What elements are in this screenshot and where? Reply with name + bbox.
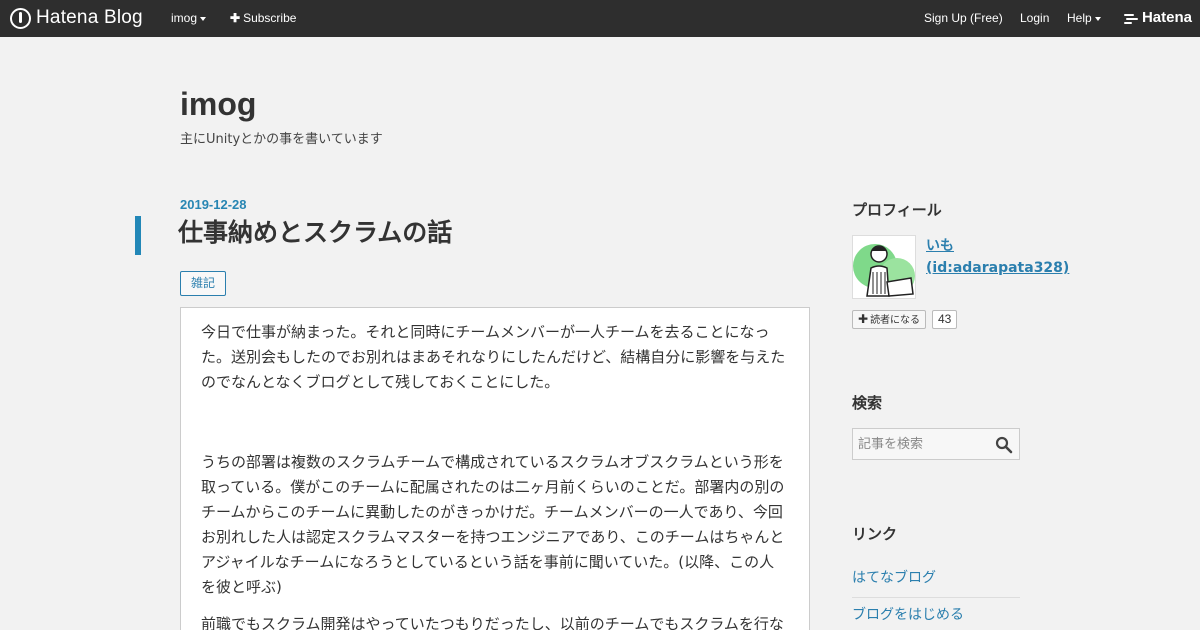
links-heading: リンク: [852, 525, 898, 543]
title-accent-bar: [135, 216, 141, 255]
blog-menu[interactable]: imog: [171, 10, 207, 26]
link-start-blog[interactable]: ブログをはじめる: [852, 604, 1020, 630]
hatena-link[interactable]: Hatena: [1123, 9, 1192, 26]
entry-content: 今日で仕事が納まった。それと同時にチームメンバーが一人チームを去ることになった。…: [180, 307, 810, 630]
entry-date[interactable]: 2019-12-28: [180, 197, 247, 212]
help-menu[interactable]: Help: [1067, 10, 1101, 26]
plus-icon: ✚: [858, 312, 869, 326]
help-label: Help: [1067, 11, 1092, 25]
search-input[interactable]: [858, 434, 988, 454]
hatena-label: Hatena: [1141, 9, 1192, 26]
subscribe-label: Subscribe: [243, 11, 297, 25]
global-header: Hatena Blog imog ✚ Subscribe Sign Up (Fre…: [0, 0, 1200, 37]
blog-description: 主にUnityとかの事を書いています: [180, 132, 383, 147]
avatar[interactable]: [852, 235, 916, 299]
login-link[interactable]: Login: [1020, 10, 1049, 26]
search-form: [852, 428, 1020, 460]
avatar-illustration: [853, 244, 915, 297]
brand-name: Hatena Blog: [36, 7, 143, 28]
paragraph: うちの部署は複数のスクラムチームで構成されているスクラムオブスクラムという形を取…: [201, 453, 785, 596]
signup-link[interactable]: Sign Up (Free): [924, 10, 1003, 26]
search-heading: 検索: [852, 394, 883, 412]
plus-icon: ✚: [230, 11, 241, 25]
hatena-logo-icon: [10, 7, 31, 29]
blog-menu-label: imog: [171, 11, 198, 25]
paragraph: 今日で仕事が納まった。それと同時にチームメンバーが一人チームを去ることになった。…: [201, 323, 786, 391]
blog-title[interactable]: imog: [180, 86, 256, 123]
paragraph: 前職でもスクラム開発はやっていたつもりだったし、以前のチームでもスクラムを行な: [201, 615, 784, 630]
reader-button-label: 読者になる: [870, 315, 921, 326]
reader-count[interactable]: 43: [932, 310, 958, 329]
entry-title[interactable]: 仕事納めとスクラムの話: [178, 213, 452, 249]
profile-heading: プロフィール: [852, 201, 942, 219]
subscribe-reader-button[interactable]: ✚ 読者になる: [852, 310, 927, 329]
caret-down-icon: [200, 16, 207, 21]
hatena-blog-logo[interactable]: Hatena Blog: [10, 7, 143, 29]
link-hatena-blog[interactable]: はてなブログ: [852, 567, 1020, 598]
caret-down-icon: [1094, 16, 1101, 21]
subscribe-button[interactable]: ✚ Subscribe: [230, 10, 296, 26]
search-icon[interactable]: [995, 436, 1013, 454]
hatena-mark-icon: [1123, 12, 1138, 24]
category-tag[interactable]: 雑記: [180, 271, 227, 296]
profile-name-link[interactable]: いも (id:adarapata328): [926, 235, 1069, 279]
